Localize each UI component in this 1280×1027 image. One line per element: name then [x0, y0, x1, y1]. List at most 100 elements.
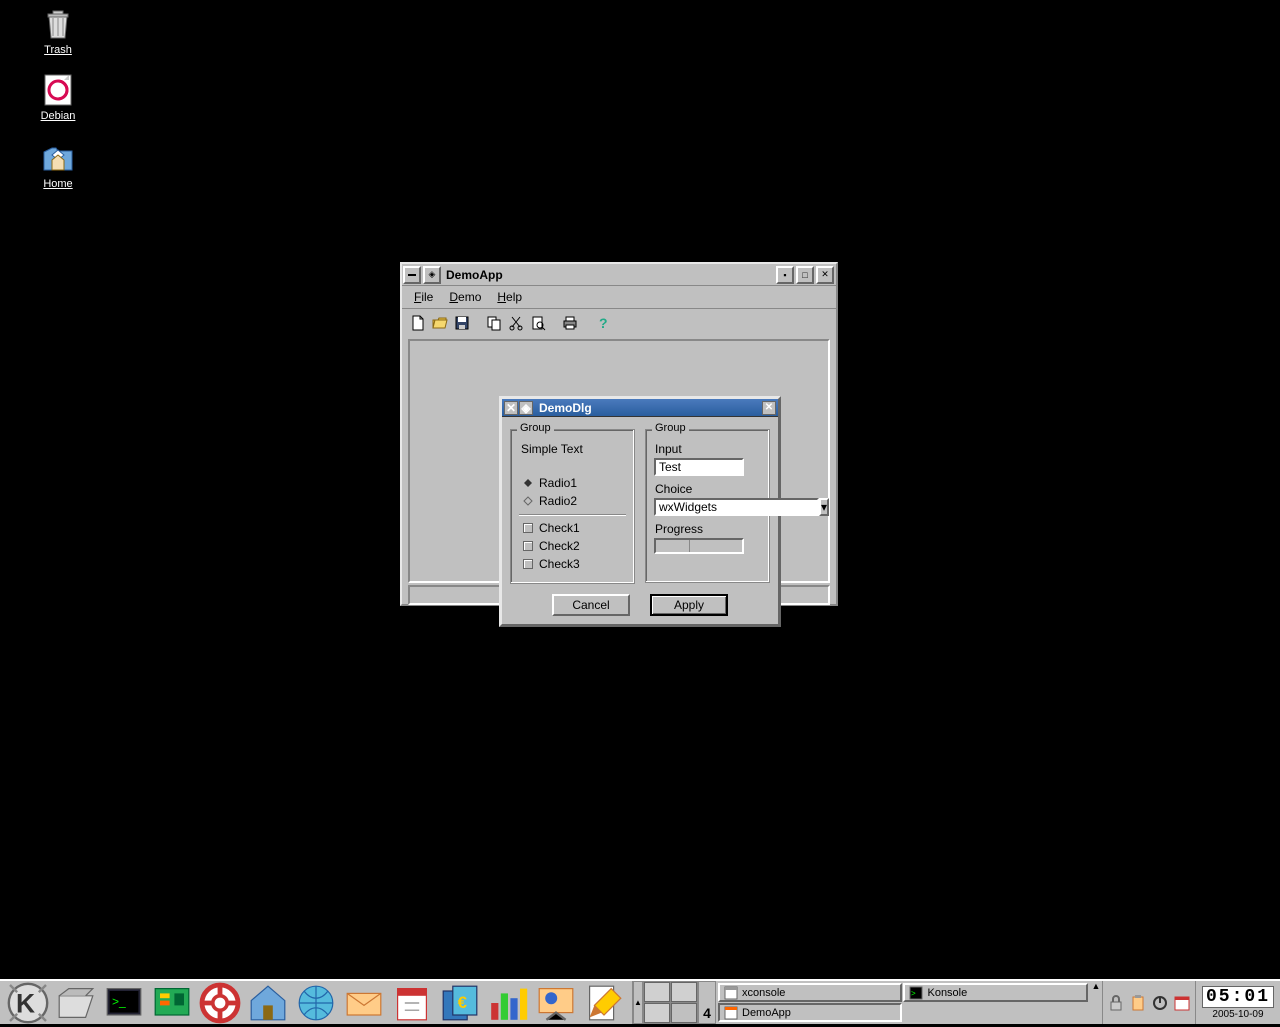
- pager-current: 4: [698, 981, 716, 1024]
- window-title: DemoApp: [442, 268, 775, 282]
- task-xconsole[interactable]: xconsole: [718, 983, 902, 1002]
- radio-selected-icon: [523, 478, 533, 488]
- radio-unselected-icon: [523, 496, 533, 506]
- calendar-icon[interactable]: [1173, 994, 1191, 1012]
- pager-up-icon[interactable]: ▲: [633, 981, 643, 1024]
- menu-help[interactable]: Help: [489, 288, 530, 306]
- cancel-button[interactable]: Cancel: [552, 594, 630, 616]
- presentation-icon[interactable]: [532, 983, 580, 1023]
- checkbox-icon: [523, 541, 533, 551]
- progress-label: Progress: [655, 522, 761, 536]
- svg-text:€: €: [458, 992, 468, 1011]
- clock-time: 05:01: [1202, 986, 1274, 1008]
- close-button[interactable]: ✕: [816, 266, 834, 284]
- input-field[interactable]: [654, 458, 744, 476]
- save-icon[interactable]: [452, 313, 472, 333]
- checkbox-icon: [523, 523, 533, 533]
- taskbar: K >_ € ▲ 4 xconsole >: [0, 979, 1280, 1024]
- task-label: xconsole: [742, 987, 785, 999]
- clock[interactable]: 05:01 2005-10-09: [1195, 981, 1280, 1024]
- cut-icon[interactable]: [506, 313, 526, 333]
- dialog-titlebar[interactable]: ✕ ◈ DemoDlg ✕: [502, 399, 778, 417]
- task-konsole[interactable]: > Konsole: [903, 983, 1088, 1002]
- terminal-icon: >: [909, 986, 923, 1000]
- desktop-icon[interactable]: [52, 983, 100, 1023]
- check1[interactable]: Check1: [523, 521, 626, 535]
- choice-combo[interactable]: ▾: [654, 498, 744, 516]
- window-menu-icon[interactable]: ◈: [423, 266, 441, 284]
- pager-wrap: ▲ 4: [633, 981, 716, 1024]
- group-legend: Group: [517, 422, 554, 434]
- desktop-icon-label: Home: [43, 178, 72, 190]
- progressbar: [654, 538, 744, 554]
- desktop-icon-label: Debian: [41, 110, 76, 122]
- chevron-down-icon[interactable]: ▾: [819, 498, 829, 516]
- radio2[interactable]: Radio2: [523, 494, 626, 508]
- radio-label: Radio1: [539, 476, 577, 490]
- terminal-icon[interactable]: >_: [100, 983, 148, 1023]
- system-menu-button[interactable]: [403, 266, 421, 284]
- pager-desktop-1[interactable]: [644, 982, 670, 1002]
- svg-text:?: ?: [599, 315, 608, 331]
- launcher: K >_ €: [0, 981, 633, 1024]
- check2[interactable]: Check2: [523, 539, 626, 553]
- preview-icon[interactable]: [528, 313, 548, 333]
- desktop-icon-debian[interactable]: Debian: [28, 72, 88, 122]
- help-icon[interactable]: ?: [592, 313, 612, 333]
- svg-text:K: K: [16, 988, 35, 1018]
- radio1[interactable]: Radio1: [523, 476, 626, 490]
- group-legend: Group: [652, 422, 689, 434]
- charts-icon[interactable]: [484, 983, 532, 1023]
- systray: [1102, 981, 1195, 1024]
- right-group: Group Input Choice ▾ Progress: [645, 429, 770, 583]
- pim-icon[interactable]: [388, 983, 436, 1023]
- check-label: Check2: [539, 539, 580, 553]
- dialog-sys-button[interactable]: ✕: [504, 401, 518, 415]
- pager: [643, 981, 698, 1024]
- pager-desktop-2[interactable]: [671, 982, 697, 1002]
- menu-file[interactable]: File: [406, 288, 441, 306]
- desktop-icon-trash[interactable]: Trash: [28, 6, 88, 56]
- dialog-title: DemoDlg: [535, 401, 762, 415]
- check-label: Check3: [539, 557, 580, 571]
- kmenu-icon[interactable]: K: [4, 983, 52, 1023]
- tasklist: xconsole > Konsole DemoApp: [716, 981, 1090, 1024]
- dialog-close-button[interactable]: ✕: [762, 401, 776, 415]
- demodlg-dialog: ✕ ◈ DemoDlg ✕ Group Simple Text Radio1 R: [499, 396, 781, 627]
- clock-date: 2005-10-09: [1212, 1009, 1263, 1020]
- task-demoapp[interactable]: DemoApp: [718, 1003, 902, 1022]
- home-icon[interactable]: [244, 983, 292, 1023]
- minimize-button[interactable]: ▪: [776, 266, 794, 284]
- checkbox-icon: [523, 559, 533, 569]
- trash-icon: [40, 6, 76, 42]
- pager-desktop-3[interactable]: [644, 1003, 670, 1023]
- input-label: Input: [655, 442, 761, 456]
- editor-icon[interactable]: [580, 983, 628, 1023]
- new-icon[interactable]: [408, 313, 428, 333]
- check3[interactable]: Check3: [523, 557, 626, 571]
- system-icon[interactable]: [148, 983, 196, 1023]
- left-group: Group Simple Text Radio1 Radio2 Check1 C…: [510, 429, 635, 584]
- dialog-sys-button2[interactable]: ◈: [519, 401, 533, 415]
- titlebar[interactable]: ◈ DemoApp ▪ □ ✕: [402, 264, 836, 286]
- copy-icon[interactable]: [484, 313, 504, 333]
- tasklist-up-icon[interactable]: ▲: [1090, 981, 1102, 1024]
- print-icon[interactable]: [560, 313, 580, 333]
- help-center-icon[interactable]: [196, 983, 244, 1023]
- mail-icon[interactable]: [340, 983, 388, 1023]
- clipboard-icon[interactable]: [1129, 994, 1147, 1012]
- lock-icon[interactable]: [1107, 994, 1125, 1012]
- desktop-icon-label: Trash: [44, 44, 72, 56]
- browser-icon[interactable]: [292, 983, 340, 1023]
- menu-demo[interactable]: Demo: [441, 288, 489, 306]
- toolbar: ?: [402, 309, 836, 337]
- desktop-icon-home[interactable]: Home: [28, 140, 88, 190]
- pager-desktop-4[interactable]: [671, 1003, 697, 1023]
- office-icon[interactable]: €: [436, 983, 484, 1023]
- choice-input[interactable]: [654, 498, 819, 516]
- open-icon[interactable]: [430, 313, 450, 333]
- home-folder-icon: [40, 140, 76, 176]
- apply-button[interactable]: Apply: [650, 594, 728, 616]
- power-icon[interactable]: [1151, 994, 1169, 1012]
- maximize-button[interactable]: □: [796, 266, 814, 284]
